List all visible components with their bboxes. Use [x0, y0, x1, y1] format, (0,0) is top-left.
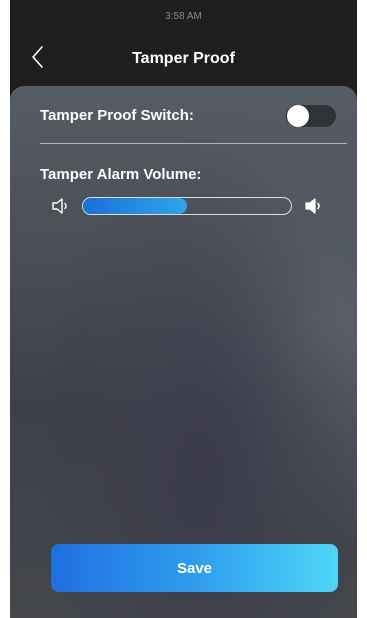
- speaker-low-icon: [52, 198, 67, 214]
- volume-slider-fill: [83, 198, 187, 214]
- tamper-proof-toggle[interactable]: [286, 105, 336, 127]
- status-bar: 3:58 AM: [10, 0, 357, 32]
- divider: [40, 143, 347, 144]
- tamper-switch-label: Tamper Proof Switch:: [40, 107, 194, 124]
- header: Tamper Proof: [10, 32, 357, 84]
- speaker-high-icon: [305, 198, 320, 214]
- status-time: 3:58 AM: [165, 10, 202, 22]
- alarm-volume-label: Tamper Alarm Volume:: [40, 166, 202, 183]
- save-button[interactable]: Save: [51, 544, 338, 592]
- page-title: Tamper Proof: [132, 50, 235, 67]
- save-button-label: Save: [176, 559, 213, 577]
- volume-slider[interactable]: [82, 197, 292, 215]
- settings-panel: Tamper Proof Switch: Tamper Alarm Volume…: [10, 86, 357, 618]
- toggle-knob: [287, 105, 309, 127]
- device-screen: 3:58 AM Tamper Proof Tamper Proof Switch…: [10, 0, 357, 618]
